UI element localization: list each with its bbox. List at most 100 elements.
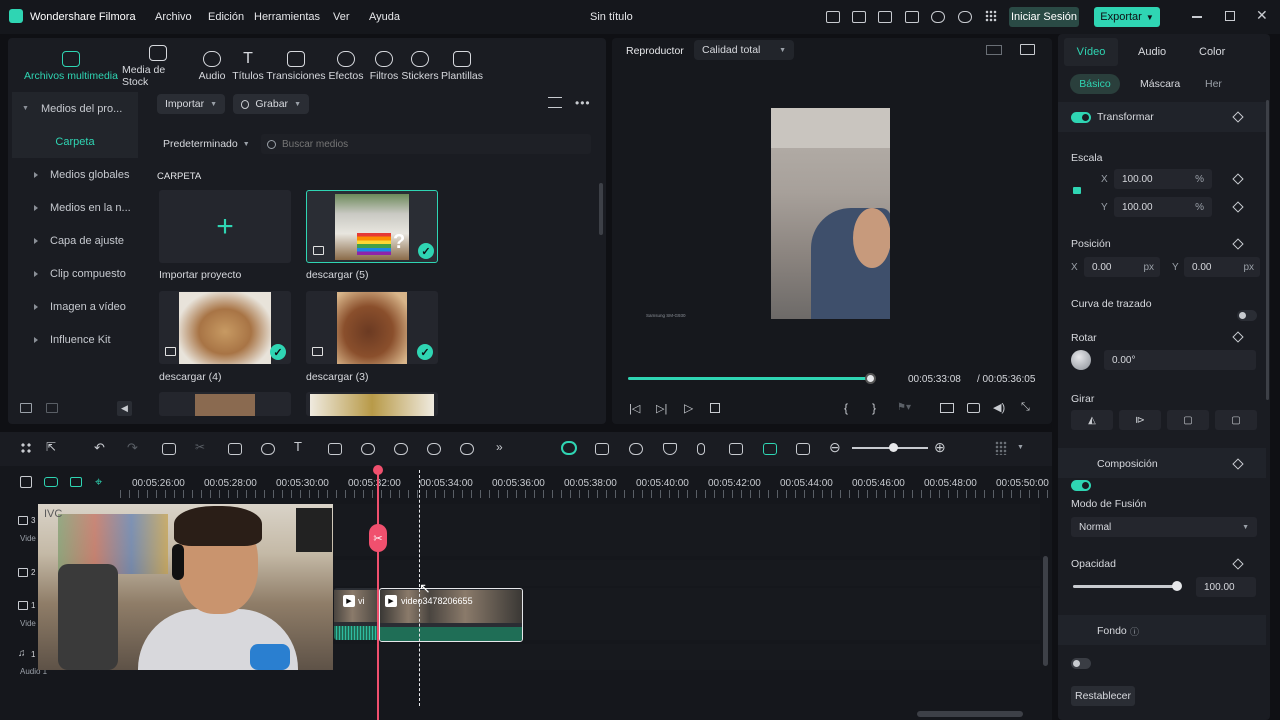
media-scrollbar[interactable] bbox=[599, 183, 603, 235]
position-x-field[interactable]: 0.00 px bbox=[1084, 257, 1160, 277]
render-preview-icon[interactable] bbox=[629, 443, 643, 455]
sidebar-item-cloud-media[interactable]: Medios en la n... bbox=[12, 191, 138, 224]
display-icon[interactable] bbox=[940, 403, 954, 413]
sidebar-folder[interactable]: Carpeta bbox=[12, 125, 138, 158]
tool-transiciones[interactable]: Transiciones bbox=[266, 50, 326, 82]
path-curve-toggle[interactable] bbox=[1237, 310, 1257, 321]
inspector-scrollbar[interactable] bbox=[1266, 100, 1269, 400]
apps-grid-icon[interactable] bbox=[985, 10, 997, 22]
media-item-partial[interactable] bbox=[306, 392, 438, 416]
import-project-tile[interactable]: + bbox=[159, 190, 291, 263]
send-icon[interactable] bbox=[826, 11, 840, 23]
record-dropdown[interactable]: Grabar ▼ bbox=[233, 94, 309, 114]
fullscreen-icon[interactable]: ⤡ bbox=[1021, 401, 1030, 414]
crop-icon[interactable] bbox=[228, 443, 242, 455]
flip-vertical-button[interactable]: ⧐ bbox=[1119, 410, 1161, 430]
timeline-vertical-scrollbar[interactable] bbox=[1043, 556, 1048, 666]
mark-out-icon[interactable]: } bbox=[872, 401, 876, 415]
volume-icon[interactable]: ◀) bbox=[993, 401, 1005, 414]
undo-icon[interactable]: ↶ bbox=[94, 440, 105, 456]
composition-toggle[interactable] bbox=[1071, 480, 1091, 491]
tool-plantillas[interactable]: Plantillas bbox=[438, 50, 486, 82]
video-clip-selected[interactable]: ▶ video3478206655 bbox=[379, 588, 523, 642]
delete-icon[interactable] bbox=[162, 443, 176, 455]
sidebar-item-compound-clip[interactable]: Clip compuesto bbox=[12, 257, 138, 290]
tool-media-de-stock[interactable]: Media de Stock bbox=[122, 44, 194, 88]
headset-icon[interactable] bbox=[958, 11, 972, 23]
prev-frame-icon[interactable]: |◁ bbox=[629, 402, 640, 415]
blend-mode-select[interactable]: Normal ▼ bbox=[1071, 517, 1257, 537]
split-icon[interactable]: ⌖ bbox=[95, 474, 102, 490]
media-item-descargar-4[interactable]: ✓ bbox=[159, 291, 291, 364]
select-tool-icon[interactable]: ⇱ bbox=[46, 440, 56, 454]
player-progress-track[interactable] bbox=[628, 373, 877, 384]
close-icon[interactable]: ✕ bbox=[1256, 7, 1268, 24]
next-frame-icon[interactable]: ▷| bbox=[656, 402, 667, 415]
auto-enhance-icon[interactable] bbox=[595, 443, 609, 455]
snap-toggle-icon[interactable] bbox=[561, 441, 577, 455]
playhead-handle[interactable] bbox=[373, 465, 383, 475]
sidebar-project-media[interactable]: ▼ Medios del pro... bbox=[12, 92, 138, 125]
rotate-dial[interactable] bbox=[1071, 350, 1091, 370]
mask-icon[interactable] bbox=[328, 443, 342, 455]
help-circle-icon[interactable]: ⓘ bbox=[1130, 625, 1139, 638]
background-section-header[interactable] bbox=[1058, 615, 1266, 645]
background-toggle[interactable] bbox=[1071, 658, 1091, 669]
opacity-field[interactable]: 100.00 bbox=[1196, 577, 1256, 597]
rotate-left-button[interactable]: ▢ bbox=[1167, 410, 1209, 430]
flip-horizontal-button[interactable]: ◭ bbox=[1071, 410, 1113, 430]
stop-icon[interactable] bbox=[710, 403, 720, 413]
auto-ripple-icon[interactable] bbox=[763, 443, 777, 455]
marker-icon[interactable]: ⚑▾ bbox=[897, 402, 911, 413]
camera-icon[interactable] bbox=[967, 403, 980, 413]
menu-edicion[interactable]: Edición bbox=[208, 11, 244, 23]
login-button[interactable]: Iniciar Sesión bbox=[1009, 7, 1079, 27]
more-options-icon[interactable]: ••• bbox=[575, 96, 591, 110]
import-dropdown[interactable]: Importar ▼ bbox=[157, 94, 225, 114]
tool-stickers[interactable]: Stickers bbox=[401, 50, 439, 82]
media-item-descargar-3[interactable]: ✓ bbox=[306, 291, 438, 364]
timeline-ruler[interactable] bbox=[120, 490, 1048, 498]
tab-video[interactable]: Vídeo bbox=[1064, 38, 1118, 66]
playhead-scissors-button[interactable]: ✂ bbox=[369, 524, 387, 552]
sidebar-item-image-to-video[interactable]: Imagen a vídeo bbox=[12, 290, 138, 323]
sidebar-item-global-media[interactable]: Medios globales bbox=[12, 158, 138, 191]
sidebar-item-adjustment-layer[interactable]: Capa de ajuste bbox=[12, 224, 138, 257]
color-match-icon[interactable] bbox=[427, 443, 441, 455]
menu-archivo[interactable]: Archivo bbox=[155, 11, 192, 23]
scale-y-field[interactable]: 100.00% bbox=[1114, 197, 1212, 217]
subtab-basico[interactable]: Básico bbox=[1070, 74, 1120, 94]
layout-grid-icon[interactable] bbox=[20, 442, 32, 454]
clipboard-icon[interactable] bbox=[852, 11, 866, 23]
rotate-field[interactable]: 0.00° bbox=[1104, 350, 1256, 370]
ai-tool-icon[interactable] bbox=[361, 443, 375, 455]
menu-herramientas[interactable]: Herramientas bbox=[254, 11, 320, 23]
collapse-sidebar-button[interactable]: ◀ bbox=[117, 401, 132, 416]
lock-ratio-icon[interactable] bbox=[1073, 187, 1081, 194]
audio-mixer-icon[interactable] bbox=[729, 443, 743, 455]
zoom-slider-knob[interactable] bbox=[889, 443, 898, 452]
minimize-icon[interactable] bbox=[1192, 16, 1202, 18]
reset-button[interactable]: Restablecer bbox=[1071, 686, 1135, 706]
sort-dropdown[interactable]: Predeterminado ▼ bbox=[163, 138, 250, 150]
cloud-upload-icon[interactable] bbox=[931, 11, 945, 23]
tool-titulos[interactable]: T Títulos bbox=[230, 50, 266, 82]
sidebar-item-influence-kit[interactable]: Influence Kit bbox=[12, 323, 138, 356]
zoom-out-icon[interactable]: ⊖ bbox=[829, 439, 841, 456]
stabilize-icon[interactable] bbox=[460, 443, 474, 455]
magnet-icon[interactable] bbox=[70, 477, 82, 487]
subtab-mascara[interactable]: Máscara bbox=[1140, 78, 1180, 90]
video-clip[interactable]: ▶ vi bbox=[334, 588, 380, 640]
grid-view-icon[interactable] bbox=[986, 45, 1002, 55]
restore-icon[interactable] bbox=[1225, 11, 1235, 21]
subtab-herramientas[interactable]: Her bbox=[1205, 78, 1222, 90]
link-clips-icon[interactable] bbox=[44, 477, 58, 487]
mark-in-icon[interactable]: { bbox=[844, 401, 848, 415]
more-tools-icon[interactable]: » bbox=[496, 440, 503, 454]
tool-archivos-multimedia[interactable]: Archivos multimedia bbox=[20, 50, 122, 82]
microphone-icon[interactable] bbox=[697, 443, 705, 455]
folder-icon[interactable] bbox=[46, 403, 58, 413]
tab-audio[interactable]: Audio bbox=[1138, 46, 1166, 58]
tool-audio[interactable]: Audio bbox=[194, 50, 230, 82]
timeline-horizontal-scrollbar[interactable] bbox=[917, 711, 1023, 717]
